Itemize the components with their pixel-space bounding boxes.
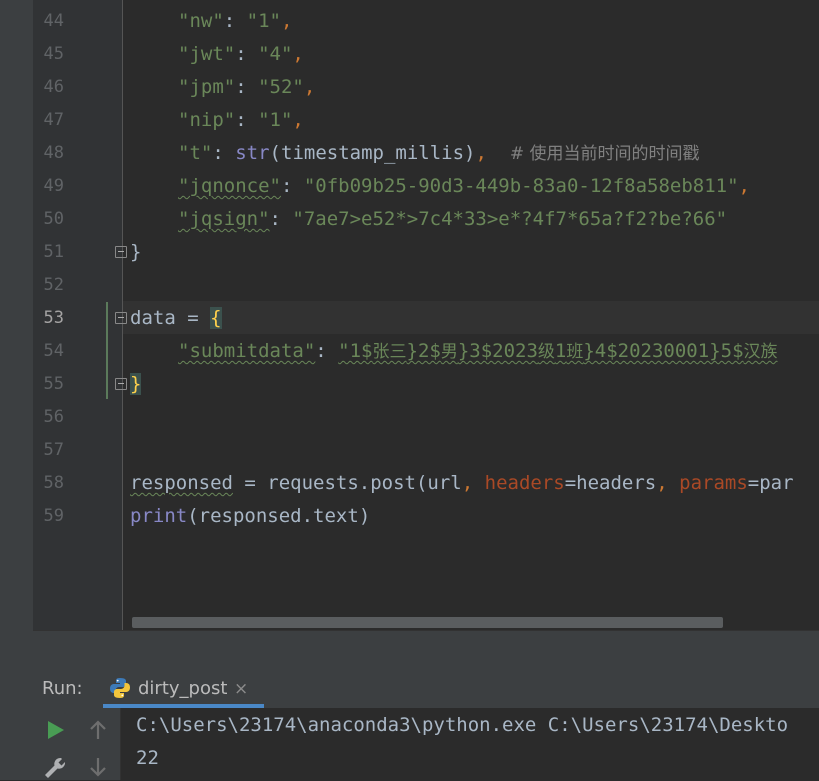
code-line: } <box>130 241 142 263</box>
run-tab-label: dirty_post <box>138 678 228 699</box>
horizontal-scrollbar-thumb[interactable] <box>132 617 723 628</box>
line-number: 56 <box>43 407 64 427</box>
wrench-icon[interactable] <box>42 755 68 781</box>
code-line: "t": str(timestamp_millis), # 使用当前时间的时间戳 <box>178 142 700 164</box>
code-line: "jwt": "4", <box>178 43 304 65</box>
run-label: Run: <box>42 678 83 699</box>
code-line: print(responsed.text) <box>130 505 371 527</box>
arrow-up-icon[interactable] <box>85 717 111 743</box>
arrow-down-icon[interactable] <box>85 755 111 781</box>
close-icon[interactable]: × <box>234 679 248 699</box>
code-line: responsed = requests.post(url, headers=h… <box>130 472 794 494</box>
line-number: 57 <box>43 440 64 460</box>
code-line: "nip": "1", <box>178 109 304 131</box>
code-line-current: data = { <box>130 307 222 329</box>
line-number: 52 <box>43 275 64 295</box>
code-line: "jqnonce": "0fb09b25-90d3-449b-83a0-12f8… <box>178 175 750 197</box>
console-line: 22 <box>136 747 159 769</box>
code-line: "jpm": "52", <box>178 76 316 98</box>
code-line: "submitdata": "1$张三}2$男}3$2023级1班}4$2023… <box>178 340 778 362</box>
python-icon <box>110 678 130 698</box>
code-line: "nw": "1", <box>178 10 293 32</box>
panel-splitter[interactable] <box>33 630 819 669</box>
console-line: C:\Users\23174\anaconda3\python.exe C:\U… <box>136 714 789 736</box>
run-play-icon[interactable] <box>42 717 68 743</box>
code-line: } <box>130 373 142 395</box>
code-line: "jqsign": "7ae7>e52*>7c4*33>e*?4f7*65a?f… <box>178 208 728 230</box>
